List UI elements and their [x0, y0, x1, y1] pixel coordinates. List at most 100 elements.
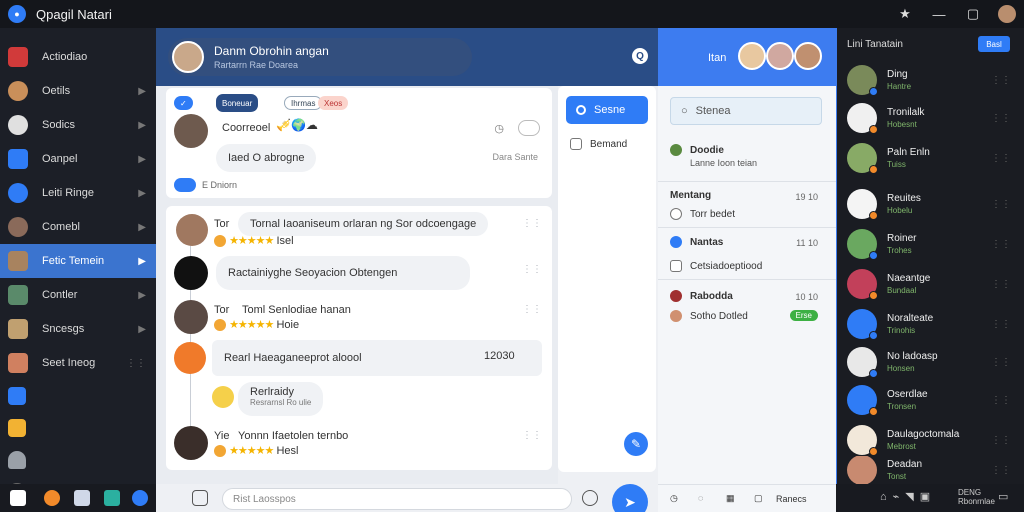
emoji-icon[interactable] — [582, 490, 598, 506]
app-logo-icon: ● — [8, 5, 26, 23]
checkbox[interactable] — [570, 138, 582, 150]
contact-item[interactable]: Ding Hantre ⋮⋮ — [837, 60, 1024, 100]
edge-icon[interactable] — [132, 490, 148, 506]
task-heading: Mentang — [670, 190, 711, 201]
task-row[interactable]: Doodie — [670, 144, 724, 156]
sidebar-item-label: Oetils — [42, 85, 71, 97]
sidebar-item-seet-ineog[interactable]: Seet Ineog ⋮⋮ — [0, 346, 156, 380]
sidebar-app-people[interactable] — [0, 444, 156, 476]
member-avatar[interactable] — [794, 42, 822, 70]
grip-icon[interactable]: ⋮⋮ — [991, 113, 1011, 124]
avatar-icon — [8, 319, 28, 339]
chat-contact-pill[interactable]: Danm Obrohin angan Rartarrn Rae Doarea — [168, 38, 472, 76]
notification-icon[interactable]: ▭ — [998, 490, 1008, 503]
grip-icon[interactable]: ⋮⋮ — [522, 218, 542, 229]
contact-avatar — [847, 425, 878, 456]
eye-icon[interactable] — [174, 178, 196, 192]
top-message-card: ✓ Boneuar Ihrmas Xeos Coorreoel 🎺🌍☁ ◷ Ia… — [166, 88, 552, 198]
contact-item[interactable]: Roiner Trohes ⋮⋮ — [837, 224, 1024, 264]
browser-icon[interactable] — [44, 490, 60, 506]
contact-item[interactable]: Noralteate Trinohis ⋮⋮ — [837, 304, 1024, 344]
grip-icon[interactable]: ⋮⋮ — [991, 319, 1011, 330]
task-row[interactable]: Torr bedet — [670, 208, 735, 220]
task-time: 10 10 — [795, 292, 818, 302]
task-row[interactable]: Cetsiadoeptiood — [670, 260, 762, 272]
contacts-action-button[interactable]: Basl — [978, 36, 1010, 52]
contact-item[interactable]: Oserdlae Tronsen ⋮⋮ — [837, 380, 1024, 420]
sidebar-item-sncesgs[interactable]: Sncesgs ▶ — [0, 312, 156, 346]
grip-icon[interactable]: ⋮⋮ — [991, 279, 1011, 290]
contact-item[interactable]: Paln Enln Tuiss ⋮⋮ — [837, 138, 1024, 178]
files-icon[interactable] — [74, 490, 90, 506]
task-row[interactable]: Sotho Dotled — [670, 310, 748, 322]
grip-icon[interactable]: ⋮⋮ — [991, 75, 1011, 86]
sidebar-item-fetic-temein[interactable]: Fetic Temein ▶ — [0, 244, 156, 278]
grip-icon[interactable]: ⋮⋮ — [991, 395, 1011, 406]
task-search-input[interactable]: ○ Stenea — [670, 97, 822, 125]
grip-icon[interactable]: ⋮⋮ — [991, 357, 1011, 368]
sidebar-item-comebl[interactable]: Comebl ▶ — [0, 210, 156, 244]
sidebar-item-sodics[interactable]: Sodics ▶ — [0, 108, 156, 142]
attach-icon[interactable] — [192, 490, 208, 506]
post-avatar — [174, 342, 206, 374]
task-row[interactable]: Nantas — [670, 236, 723, 248]
sidebar-item-leiti-ringe[interactable]: Leiti Ringe ▶ — [0, 176, 156, 210]
compose-fab[interactable]: ✎ — [624, 432, 648, 456]
note-icon[interactable]: ▢ — [754, 493, 763, 504]
sidebar-app-blue[interactable] — [0, 380, 156, 412]
sidebar-item-contler[interactable]: Contler ▶ — [0, 278, 156, 312]
tag-chip[interactable]: Xeos — [318, 96, 349, 110]
title-bar: ● Qpagil Natari ★ — ▢ — [0, 0, 1024, 28]
store-icon[interactable] — [104, 490, 120, 506]
contact-item[interactable]: Tronilalk Hobesnt ⋮⋮ — [837, 98, 1024, 138]
pin-icon[interactable]: ★ — [888, 0, 922, 28]
chevron-right-icon: ▶ — [138, 221, 146, 233]
tag-chip[interactable]: Ihrmas — [284, 96, 323, 110]
contact-item[interactable]: Daulagoctomala Mebrost ⋮⋮ — [837, 420, 1024, 460]
contacts-title: Lini Tanatain — [847, 38, 903, 50]
grip-icon[interactable]: ⋮⋮ — [991, 465, 1011, 476]
calendar-icon[interactable]: ▦ — [726, 493, 735, 504]
minimize-button[interactable]: — — [922, 0, 956, 28]
contact-name: Paln Enln — [887, 147, 930, 158]
tag-chip[interactable]: Boneuar — [216, 94, 259, 112]
tray-clock[interactable]: DENG Rbonrnlae — [958, 488, 995, 506]
user-avatar[interactable] — [998, 5, 1016, 23]
post-avatar — [174, 300, 208, 334]
grip-icon[interactable]: ⋮⋮ — [991, 153, 1011, 164]
grip-icon[interactable]: ⋮⋮ — [991, 199, 1011, 210]
task-section: Doodie Lanne Ioon teian — [658, 134, 836, 182]
grip-icon[interactable]: ⋮⋮ — [991, 435, 1011, 446]
contact-item[interactable]: Naeantge Bundaal ⋮⋮ — [837, 264, 1024, 304]
grip-icon[interactable]: ⋮⋮ — [522, 264, 542, 275]
sidebar-item-oanpel[interactable]: Oanpel ▶ — [0, 142, 156, 176]
sidebar-item-actiodiao[interactable]: Actiodiao — [0, 40, 156, 74]
grip-icon[interactable]: ⋮⋮ — [522, 430, 542, 441]
sidebar-item-oetils[interactable]: Oetils ▶ — [0, 74, 156, 108]
member-avatar[interactable] — [738, 42, 766, 70]
contact-name: Ding — [887, 69, 908, 80]
contact-item[interactable]: No ladoasp Honsen ⋮⋮ — [837, 342, 1024, 382]
filter-item[interactable]: Bemand — [570, 138, 627, 150]
toggle-button[interactable] — [518, 120, 540, 136]
help-icon[interactable]: Q — [632, 48, 648, 64]
contact-item[interactable]: Reuites Hobelu ⋮⋮ — [837, 184, 1024, 224]
chat-icon[interactable]: ◌ — [698, 493, 703, 503]
tray-icons[interactable]: ⌂⌁◥▣ — [880, 490, 936, 503]
start-icon[interactable] — [10, 490, 26, 506]
grip-icon[interactable]: ⋮⋮ — [991, 239, 1011, 250]
contact-item[interactable]: Deadan Tonst ⋮⋮ — [837, 456, 1024, 484]
task-row[interactable]: Rabodda — [670, 290, 733, 302]
history-icon[interactable]: ◷ — [670, 493, 678, 504]
search-button[interactable]: Sesne — [566, 96, 648, 124]
message-input[interactable]: Rist Laosspos — [222, 488, 572, 510]
maximize-button[interactable]: ▢ — [956, 0, 990, 28]
member-avatar[interactable] — [766, 42, 794, 70]
sidebar-app-notes[interactable] — [0, 412, 156, 444]
clock-icon[interactable]: ◷ — [494, 122, 504, 135]
chevron-right-icon: ▶ — [138, 187, 146, 199]
checkbox[interactable] — [670, 208, 682, 220]
send-button[interactable]: ➤ — [612, 484, 648, 512]
grip-icon[interactable]: ⋮⋮ — [522, 304, 542, 315]
checkbox[interactable] — [670, 260, 682, 272]
